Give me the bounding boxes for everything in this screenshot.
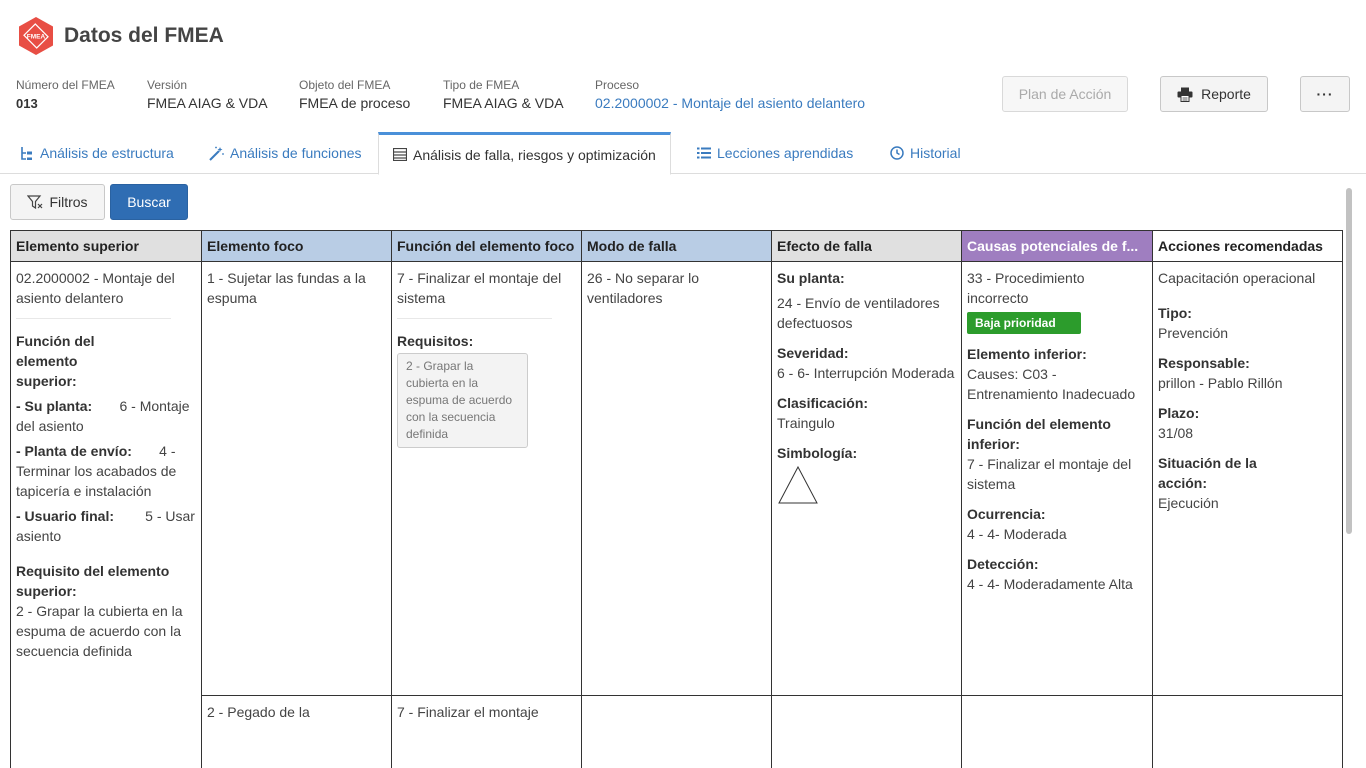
triangle-icon <box>778 465 818 504</box>
cell-acciones-2[interactable] <box>1153 696 1343 768</box>
printer-icon <box>1177 87 1193 102</box>
header: FMEA Datos del FMEA Número del FMEA 013 … <box>0 0 1366 130</box>
fmea-logo-icon: FMEA <box>19 17 53 55</box>
meta-object: Objeto del FMEA FMEA de proceso <box>299 78 411 111</box>
tab-function-analysis[interactable]: Análisis de funciones <box>209 132 362 174</box>
meta-fmea-number: Número del FMEA 013 <box>16 78 115 111</box>
cell-causas-2[interactable] <box>962 696 1153 768</box>
priority-badge: Baja prioridad <box>967 312 1081 334</box>
divider <box>397 318 552 319</box>
report-label: Reporte <box>1201 86 1251 102</box>
superior-planta: - Su planta: 6 - Montaje del asiento <box>16 398 190 434</box>
superior-requisito-label: Requisito del elemento superior: <box>16 563 170 599</box>
cell-efecto-falla-2[interactable] <box>772 696 962 768</box>
cell-elemento-foco-2[interactable]: 2 - Pegado de la <box>202 696 392 768</box>
superior-envio: - Planta de envío: 4 - Terminar los acab… <box>16 443 177 499</box>
tab-failure-risk-analysis[interactable]: Análisis de falla, riesgos y optimizació… <box>378 132 671 175</box>
tab-structure-analysis[interactable]: Análisis de estructura <box>20 132 174 174</box>
header-efecto-falla[interactable]: Efecto de falla <box>772 230 962 262</box>
cell-acciones-1[interactable]: Capacitación operacional Tipo: Prevenció… <box>1153 262 1343 696</box>
filters-button[interactable]: Filtros <box>10 184 105 220</box>
search-button[interactable]: Buscar <box>110 184 188 220</box>
header-elemento-superior[interactable]: Elemento superior <box>11 230 202 262</box>
cell-funcion-foco-2[interactable]: 7 - Finalizar el montaje <box>392 696 582 768</box>
list-icon <box>697 147 711 159</box>
header-funcion-foco[interactable]: Función del elemento foco <box>392 230 582 262</box>
svg-text:FMEA: FMEA <box>27 34 46 41</box>
superior-function-label: Función del elemento superior: <box>16 333 95 389</box>
report-button[interactable]: Reporte <box>1160 76 1268 112</box>
cell-efecto-falla-1[interactable]: Su planta: 24 - Envío de ventiladores de… <box>772 262 962 696</box>
cell-causas-1[interactable]: 33 - Procedimiento incorrecto Baja prior… <box>962 262 1153 696</box>
superior-usuario: - Usuario final: 5 - Usar asiento <box>16 508 195 544</box>
structure-icon <box>21 147 32 160</box>
more-options-button[interactable]: ··· <box>1300 76 1350 112</box>
requisito-chip[interactable]: 2 - Grapar la cubierta en la espuma de a… <box>397 353 528 448</box>
meta-type: Tipo de FMEA FMEA AIAG & VDA <box>443 78 564 111</box>
header-elemento-foco[interactable]: Elemento foco <box>202 230 392 262</box>
cell-elemento-superior[interactable]: 02.2000002 - Montaje del asiento delante… <box>11 262 202 768</box>
page-title: Datos del FMEA <box>64 24 224 47</box>
vertical-scrollbar[interactable] <box>1346 188 1352 534</box>
table-icon <box>393 148 407 161</box>
tab-lessons-learned[interactable]: Lecciones aprendidas <box>697 132 853 174</box>
cell-modo-falla-1[interactable]: 26 - No separar lo ventiladores <box>582 262 772 696</box>
filter-icon <box>27 194 43 209</box>
cell-funcion-foco-1[interactable]: 7 - Finalizar el montaje del sistema Req… <box>392 262 582 696</box>
fmea-table: Elemento superior Elemento foco Función … <box>10 230 1343 768</box>
tab-history[interactable]: Historial <box>890 132 961 174</box>
header-acciones-recomendadas[interactable]: Acciones recomendadas <box>1153 230 1343 262</box>
meta-process: Proceso 02.2000002 - Montaje del asiento… <box>595 78 866 112</box>
tab-bar: Análisis de estructura Análisis de funci… <box>0 132 1366 175</box>
divider <box>16 318 171 319</box>
superior-name: 02.2000002 - Montaje del asiento delante… <box>16 270 175 306</box>
requisitos-label: Requisitos: <box>397 333 474 349</box>
header-causas-potenciales[interactable]: Causas potenciales de f... <box>962 230 1153 262</box>
magic-wand-icon <box>209 146 224 161</box>
meta-version: Versión FMEA AIAG & VDA <box>147 78 268 111</box>
header-modo-falla[interactable]: Modo de falla <box>582 230 772 262</box>
clock-icon <box>890 146 904 160</box>
cell-modo-falla-2[interactable] <box>582 696 772 768</box>
action-plan-button[interactable]: Plan de Acción <box>1002 76 1128 112</box>
process-link[interactable]: 02.2000002 - Montaje del asiento delante… <box>595 95 865 112</box>
cell-elemento-foco-1[interactable]: 1 - Sujetar las fundas a la espuma <box>202 262 392 696</box>
superior-requisito-value: 2 - Grapar la cubierta en la espuma de a… <box>16 603 183 659</box>
